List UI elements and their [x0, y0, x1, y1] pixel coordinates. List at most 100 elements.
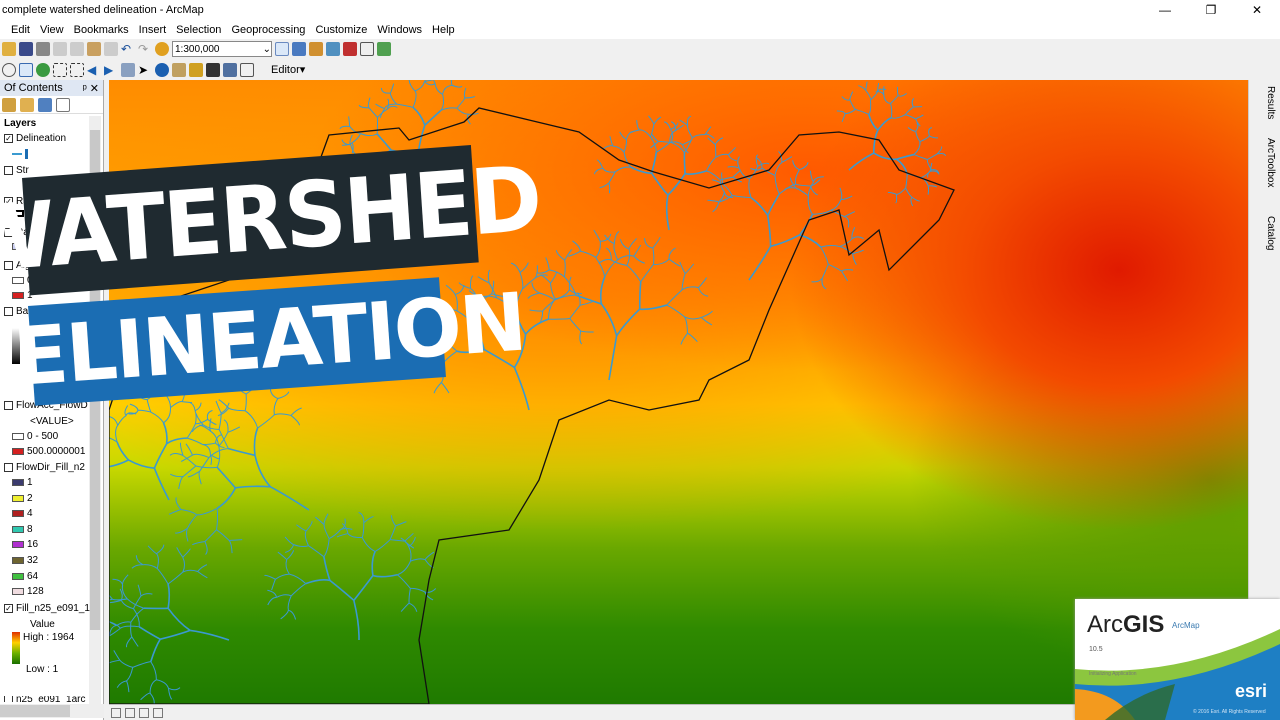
fixed-zoom-out-icon[interactable] — [70, 62, 84, 77]
paste-icon[interactable] — [87, 42, 101, 56]
stream-segment — [855, 108, 869, 115]
stream-segment — [687, 125, 693, 139]
save-icon[interactable] — [19, 42, 33, 56]
print-icon[interactable] — [36, 42, 50, 56]
stream-segment — [389, 92, 398, 105]
refresh-icon[interactable] — [139, 707, 149, 718]
tab-label: Results — [1265, 86, 1276, 120]
stream-segment — [227, 426, 241, 433]
time-slider-icon[interactable] — [240, 62, 254, 77]
select-features-icon[interactable] — [121, 62, 135, 77]
add-data-icon[interactable] — [155, 42, 169, 56]
tab-results[interactable]: Results — [1263, 86, 1277, 132]
layer-streams[interactable]: Str — [4, 165, 29, 176]
python-window-icon[interactable] — [360, 42, 374, 56]
menu-bookmarks[interactable]: Bookmarks — [69, 24, 134, 36]
stream-segment — [128, 459, 155, 469]
html-popup-icon[interactable] — [172, 62, 186, 77]
layer-fill[interactable]: ✓ Fill_n25_e091_1 — [4, 603, 90, 614]
layer-flowdir[interactable]: FlowDir_Fill_n2 — [4, 462, 85, 473]
stream-segment — [442, 84, 453, 95]
goto-xy-icon[interactable] — [223, 62, 237, 77]
menu-help[interactable]: Help — [427, 24, 460, 36]
menu-customize[interactable]: Customize — [310, 24, 372, 36]
class-label: 4 — [27, 508, 33, 520]
layer-checkbox[interactable] — [4, 696, 13, 702]
stream-segment — [705, 157, 717, 172]
restore-button[interactable]: ❐ — [1188, 0, 1234, 20]
layout-view-icon[interactable] — [111, 707, 121, 718]
model-builder-icon[interactable] — [377, 42, 391, 56]
stream-segment — [681, 273, 686, 291]
stream-segment — [424, 81, 436, 86]
list-by-visibility-icon[interactable] — [38, 97, 52, 112]
copy-icon[interactable] — [70, 42, 84, 56]
pan-icon[interactable] — [19, 62, 33, 77]
layer-n25[interactable]: n25_e091_1arc — [4, 696, 86, 702]
layer-delineation[interactable]: ✓ Delineation — [4, 133, 66, 144]
minimize-button[interactable]: — — [1142, 0, 1188, 20]
esri-logo: esri — [1235, 681, 1268, 701]
tab-arctoolbox[interactable]: ArcToolbox — [1263, 138, 1277, 206]
editor-toolbar-icon[interactable] — [275, 42, 289, 56]
stream-segment — [376, 133, 392, 151]
layer-checkbox[interactable]: ✓ — [4, 134, 13, 143]
stream-segment — [712, 201, 720, 213]
cut-icon[interactable] — [53, 42, 67, 56]
editor-menu[interactable]: Editor▾ — [271, 63, 305, 76]
pause-drawing-icon[interactable] — [153, 707, 163, 718]
menu-selection[interactable]: Selection — [171, 24, 226, 36]
list-by-source-icon[interactable] — [20, 97, 34, 112]
stream-segment — [149, 692, 155, 704]
layer-checkbox[interactable]: ✓ — [4, 604, 13, 613]
tab-label: ArcToolbox — [1265, 138, 1276, 188]
stream-segment — [680, 332, 688, 345]
menu-geoprocessing[interactable]: Geoprocessing — [226, 24, 310, 36]
back-icon[interactable]: ◀ — [87, 63, 101, 77]
map-scale-combobox[interactable]: 1:300,000 ⌄ — [172, 41, 272, 57]
open-icon[interactable] — [2, 42, 16, 56]
toc-horizontal-scrollbar[interactable] — [0, 704, 104, 718]
toc-icon[interactable] — [292, 42, 306, 56]
stream-segment — [799, 213, 814, 236]
menu-insert[interactable]: Insert — [134, 24, 172, 36]
delete-icon[interactable] — [104, 42, 118, 56]
stream-segment — [872, 129, 879, 154]
arctoolbox-icon[interactable] — [343, 42, 357, 56]
menu-edit[interactable]: Edit — [6, 24, 35, 36]
identify-icon[interactable] — [155, 62, 169, 77]
zoom-in-icon[interactable] — [2, 62, 16, 77]
menu-view[interactable]: View — [35, 24, 69, 36]
catalog-icon[interactable] — [309, 42, 323, 56]
redo-icon[interactable]: ↷ — [138, 42, 152, 56]
menu-windows[interactable]: Windows — [372, 24, 427, 36]
fixed-zoom-in-icon[interactable] — [53, 62, 67, 77]
stream-segment — [840, 195, 853, 200]
stream-segment — [280, 610, 289, 620]
undo-icon[interactable]: ↶ — [121, 42, 135, 56]
layer-checkbox[interactable] — [4, 166, 13, 175]
measure-icon[interactable] — [189, 62, 203, 77]
stream-segment — [848, 152, 875, 171]
flowdir-class: 2 — [12, 493, 33, 504]
search-window-icon[interactable] — [326, 42, 340, 56]
options-icon[interactable] — [56, 97, 70, 112]
list-by-drawing-order-icon[interactable] — [2, 97, 16, 112]
flowdir-class: 64 — [12, 571, 38, 582]
full-extent-icon[interactable] — [36, 62, 50, 77]
layers-group[interactable]: Layers — [4, 118, 36, 129]
toc-pin-close[interactable]: ᵖ ✕ — [83, 82, 99, 95]
stream-segment — [305, 578, 331, 585]
stream-segment — [890, 103, 893, 118]
forward-icon[interactable]: ▶ — [104, 63, 118, 77]
stream-segment — [577, 292, 581, 306]
layer-checkbox[interactable] — [4, 463, 13, 472]
select-elements-icon[interactable]: ➤ — [138, 63, 152, 77]
stream-segment — [638, 281, 642, 310]
find-icon[interactable] — [206, 62, 220, 77]
data-view-icon[interactable] — [125, 707, 135, 718]
tab-catalog[interactable]: Catalog — [1263, 216, 1277, 268]
stream-segment — [915, 114, 924, 120]
stream-segment — [174, 528, 188, 534]
close-button[interactable]: ✕ — [1234, 0, 1280, 20]
